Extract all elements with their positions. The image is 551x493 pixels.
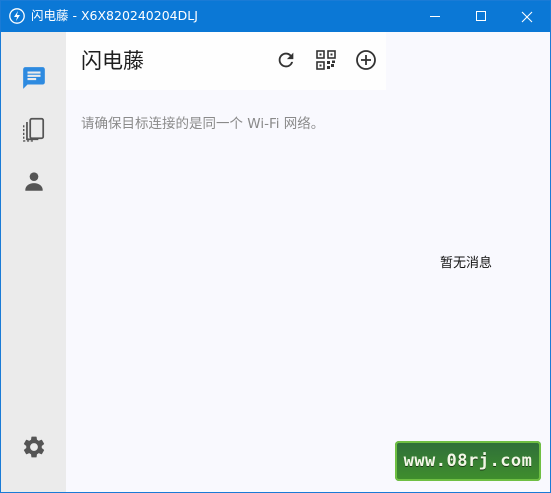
sidebar-item-account[interactable]: [1, 159, 66, 203]
network-hint: 请确保目标连接的是同一个 Wi-Fi 网络。: [81, 116, 325, 132]
chat-icon: [22, 67, 45, 89]
main-panel: 闪电藤 请确保目标连接的是同一个 Wi-Fi 网络。 暂无消息: [66, 32, 550, 492]
add-button[interactable]: [353, 47, 379, 73]
sidebar-item-settings[interactable]: [1, 425, 66, 469]
person-icon: [24, 172, 43, 191]
app-window: 闪电藤 - X6X820240204DLJ 闪电藤 请确保目标连接的是同一个 W…: [0, 0, 551, 493]
page-title: 闪电藤: [81, 49, 144, 73]
title-bar[interactable]: 闪电藤 - X6X820240204DLJ: [1, 1, 550, 32]
minimize-icon: [429, 16, 440, 17]
qr-code-button[interactable]: [313, 47, 339, 73]
refresh-button[interactable]: [273, 47, 299, 73]
empty-state-message: 暂无消息: [440, 256, 493, 271]
refresh-icon: [278, 52, 294, 68]
app-logo-icon: [9, 8, 25, 24]
qr-code-icon: [316, 50, 336, 70]
header-bar: 闪电藤: [66, 32, 386, 90]
close-button[interactable]: [504, 1, 550, 32]
close-icon: [521, 11, 533, 22]
watermark-badge: www.08rj.com: [395, 441, 541, 481]
maximize-icon: [475, 11, 486, 21]
sidebar-item-messages[interactable]: [1, 56, 66, 100]
minimize-button[interactable]: [412, 1, 458, 32]
window-title: 闪电藤 - X6X820240204DLJ: [31, 8, 198, 23]
devices-icon: [22, 117, 44, 142]
add-circle-icon: [356, 50, 376, 70]
sidebar-item-devices[interactable]: [1, 107, 66, 151]
sidebar: [1, 32, 66, 492]
gear-icon: [23, 436, 44, 458]
watermark-text: www.08rj.com: [403, 451, 533, 471]
maximize-button[interactable]: [458, 1, 504, 32]
